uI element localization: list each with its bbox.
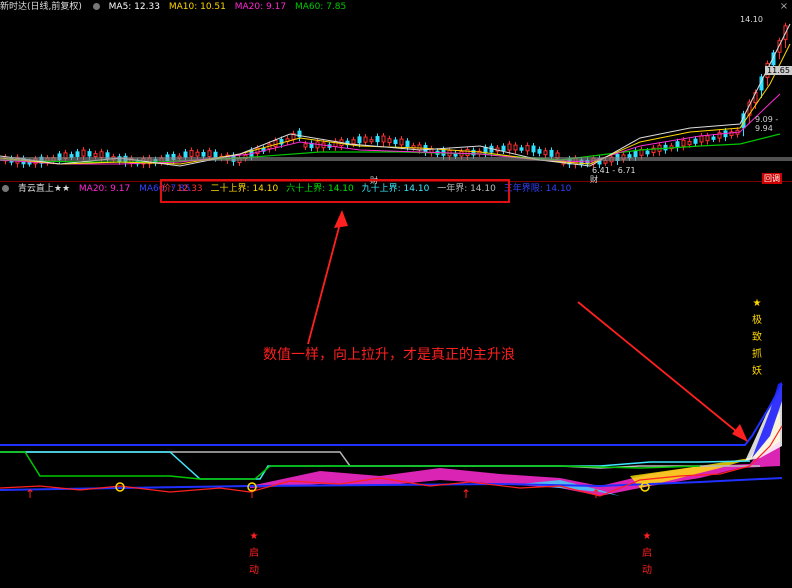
settings-dot-icon[interactable] — [2, 185, 9, 192]
candle — [363, 136, 368, 143]
ind-ma20-label: MA20: 9.17 — [78, 184, 131, 194]
ma20-label: MA20: 9.17 — [234, 2, 287, 12]
settings-dot-icon[interactable] — [92, 3, 100, 10]
start-label: ★ 启 动 — [247, 528, 261, 579]
start-char: 启 — [249, 548, 259, 559]
candle — [201, 151, 206, 157]
price-range-label: 9.09 - 9.94 — [755, 115, 779, 133]
candle — [75, 151, 80, 157]
candle — [393, 139, 398, 145]
up-arrow-icon: ↑ — [25, 487, 35, 501]
ma5-label: MA5: 12.33 — [108, 2, 160, 12]
annotation-arrowhead-right — [732, 424, 748, 442]
start-char: 动 — [642, 565, 652, 576]
candle — [351, 139, 356, 145]
candle — [69, 154, 74, 158]
candle — [525, 145, 530, 152]
candle — [375, 136, 380, 143]
candle — [213, 151, 218, 158]
candle — [687, 140, 692, 146]
candle — [189, 149, 194, 157]
candle — [543, 150, 548, 156]
candle — [183, 151, 188, 158]
three-year-bound-line — [0, 383, 783, 446]
indicator-name[interactable]: 青云直上★★ — [18, 184, 70, 194]
signal-char: 致 — [752, 332, 762, 343]
candle — [195, 151, 200, 157]
up-arrow-icon: ↑ — [591, 487, 601, 501]
annotation-arrow-left — [307, 215, 343, 345]
candle — [381, 135, 386, 143]
candle — [507, 143, 512, 151]
candle — [603, 160, 608, 164]
ma10-label: MA10: 10.51 — [168, 2, 226, 12]
start-char: ★ — [642, 531, 652, 542]
start-char: ★ — [249, 531, 259, 542]
candle — [513, 144, 518, 151]
candle — [93, 153, 98, 158]
candle — [369, 139, 374, 143]
candle — [633, 150, 638, 158]
candle — [81, 149, 86, 157]
signal-char: 极 — [752, 315, 762, 326]
stock-name[interactable]: 新时达(日线,前复权) — [0, 2, 82, 12]
corner-tag[interactable]: 回调 — [762, 173, 782, 184]
candle — [99, 151, 104, 158]
candle — [549, 149, 554, 157]
signal-char: 抓 — [752, 349, 762, 360]
annotation-text: 数值一样，向上拉升，才是真正的主升浪 — [263, 347, 515, 363]
event-marker[interactable]: 财 — [588, 174, 600, 185]
candle — [681, 139, 686, 147]
ma20-line — [0, 93, 781, 165]
candle — [675, 141, 680, 148]
up-arrow-icon: ↑ — [461, 487, 471, 501]
candle — [303, 143, 308, 148]
candle — [465, 149, 470, 157]
signal-label: ★ 极 致 抓 妖 — [750, 295, 764, 380]
candle — [207, 150, 212, 158]
candle — [417, 144, 422, 151]
indicator-chart[interactable]: ↑ ↑ ↑ ↑ — [0, 196, 792, 588]
candle — [645, 150, 650, 155]
candlestick-chart[interactable] — [0, 14, 792, 182]
start-char: 动 — [249, 565, 259, 576]
candle — [537, 149, 542, 154]
candle — [699, 135, 704, 143]
signal-char: ★ — [752, 298, 762, 309]
candle — [387, 138, 392, 144]
annotation-arrow-right — [577, 301, 743, 437]
ma60-label: MA60: 7.85 — [294, 2, 347, 12]
mid-band — [0, 157, 792, 161]
candle — [519, 147, 524, 151]
candle — [273, 139, 278, 147]
candles — [3, 22, 788, 169]
start-char: 启 — [642, 548, 652, 559]
candle — [357, 136, 362, 144]
candle — [531, 145, 536, 153]
candle — [501, 145, 506, 151]
candle — [705, 135, 710, 142]
candle — [711, 136, 716, 140]
candle — [87, 151, 92, 157]
candle — [405, 140, 410, 147]
three-year-bound-value: 三年界限: 14.10 — [503, 184, 572, 194]
price-mid-label: 11.65 — [765, 66, 792, 75]
price-legend: 新时达(日线,前复权) MA5: 12.33 MA10: 10.51 MA20:… — [0, 0, 352, 14]
price-high-label: 14.10 — [740, 15, 763, 24]
close-icon[interactable]: × — [778, 1, 790, 13]
signal-char: 妖 — [752, 366, 762, 377]
annotation-arrowhead-left — [334, 210, 348, 228]
start-label: ★ 启 动 — [640, 528, 654, 579]
candle — [399, 138, 404, 146]
candle — [693, 138, 698, 144]
